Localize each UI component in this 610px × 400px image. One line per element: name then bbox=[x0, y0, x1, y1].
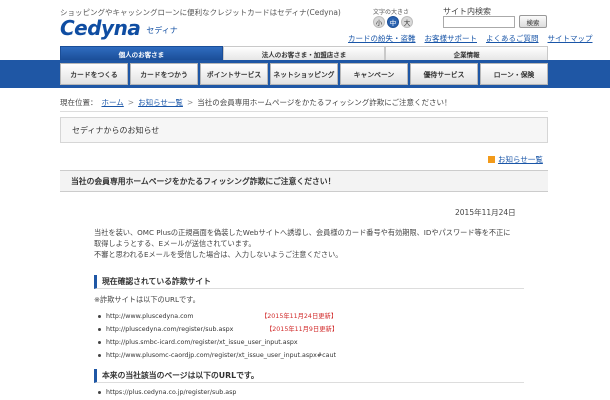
nav-campaign[interactable]: キャンペーン bbox=[340, 63, 408, 85]
cedyna-logo[interactable]: Cedyna セディナ bbox=[60, 16, 178, 40]
page-title: セディナからのお知らせ bbox=[60, 117, 548, 143]
font-size-large-button[interactable]: 大 bbox=[401, 16, 413, 28]
font-size-switcher: 小 中 大 bbox=[373, 16, 413, 28]
bullet-icon bbox=[98, 353, 101, 357]
nav-points[interactable]: ポイントサービス bbox=[200, 63, 268, 85]
breadcrumb-current: 当社の会員専用ホームページをかたるフィッシング詐欺にご注意ください！ bbox=[197, 98, 452, 107]
arrow-right-icon bbox=[488, 156, 495, 163]
bullet-icon bbox=[98, 340, 101, 344]
body-paragraph-line: 当社を装い、OMC Plusの正規画面を偽装したWebサイトへ誘導し、会員様のカ… bbox=[94, 228, 511, 237]
font-size-medium-button[interactable]: 中 bbox=[387, 16, 399, 28]
article-body: 当社を装い、OMC Plusの正規画面を偽装したWebサイトへ誘導し、会員様のカ… bbox=[94, 227, 524, 260]
lost-card-link[interactable]: カードの紛失・盗難 bbox=[348, 33, 416, 44]
tab-business[interactable]: 法人のお客さま・加盟店さま bbox=[222, 46, 386, 60]
utility-links: カードの紛失・盗難 お客様サポート よくあるご質問 サイトマップ bbox=[348, 33, 593, 44]
font-size-label: 文字の大きさ bbox=[373, 9, 410, 16]
nav-loan-insurance[interactable]: ローン・保険 bbox=[480, 63, 548, 85]
tab-personal[interactable]: 個人のお客さま bbox=[60, 46, 223, 60]
news-list-link-label: お知らせ一覧 bbox=[498, 155, 543, 164]
updated-badge: 【2015年11月9日更新】 bbox=[266, 326, 339, 333]
body-paragraph-line: 取得しようとする、Eメールが送信されています。 bbox=[94, 239, 256, 248]
nav-net-shopping[interactable]: ネットショッピング bbox=[270, 63, 338, 85]
breadcrumb: 現在位置： ホーム > お知らせ一覧 > 当社の会員専用ホームページをかたるフィ… bbox=[60, 97, 452, 108]
audience-tabs: 個人のお客さま 法人のお客さま・加盟店さま 企業情報 bbox=[60, 46, 549, 60]
article-date: 2015年11月24日 bbox=[455, 208, 516, 217]
breadcrumb-separator: > bbox=[186, 98, 194, 107]
body-paragraph-line: 不審と思われるEメールを受信した場合は、入力しないようご注意ください。 bbox=[94, 250, 343, 259]
site-search-button[interactable]: 検索 bbox=[519, 15, 547, 28]
faq-link[interactable]: よくあるご質問 bbox=[486, 33, 539, 44]
bullet-icon bbox=[98, 390, 101, 394]
breadcrumb-home[interactable]: ホーム bbox=[102, 97, 124, 108]
breadcrumb-divider bbox=[60, 111, 548, 112]
official-url: https://plus.cedyna.co.jp/register/sub.a… bbox=[106, 388, 237, 396]
nav-use-card[interactable]: カードをつかう bbox=[130, 63, 198, 85]
tab-corporate[interactable]: 企業情報 bbox=[385, 46, 549, 60]
bullet-icon bbox=[98, 327, 101, 331]
section-heading-phishing-sites: 現在確認されている詐欺サイト bbox=[94, 275, 524, 289]
logo-wordmark: Cedyna bbox=[60, 16, 141, 40]
list-item: http://www.plusomc-caordjp.com/register/… bbox=[98, 350, 358, 360]
breadcrumb-news-list[interactable]: お知らせ一覧 bbox=[138, 97, 183, 108]
article-title: 当社の会員専用ホームページをかたるフィッシング詐欺にご注意ください！ bbox=[60, 170, 548, 192]
nav-benefits[interactable]: 優待サービス bbox=[410, 63, 478, 85]
global-nav: カードをつくる カードをつかう ポイントサービス ネットショッピング キャンペー… bbox=[60, 63, 548, 85]
phishing-url: http://pluscedyna.com/register/sub.aspx bbox=[106, 325, 234, 333]
nav-apply-card[interactable]: カードをつくる bbox=[60, 63, 128, 85]
breadcrumb-separator: > bbox=[127, 98, 135, 107]
list-item: http://plus.smbc-icard.com/register/xt_i… bbox=[98, 337, 328, 347]
site-search-input[interactable] bbox=[443, 16, 515, 28]
news-list-link[interactable]: お知らせ一覧 bbox=[488, 154, 543, 165]
updated-badge: 【2015年11月24日更新】 bbox=[261, 313, 338, 320]
customer-support-link[interactable]: お客様サポート bbox=[425, 33, 478, 44]
font-size-small-button[interactable]: 小 bbox=[373, 16, 385, 28]
section-note: ※詐欺サイトは以下のURLです。 bbox=[94, 295, 200, 304]
phishing-url: http://www.plusomc-caordjp.com/register/… bbox=[106, 351, 336, 359]
bullet-icon bbox=[98, 314, 101, 318]
phishing-url: http://plus.smbc-icard.com/register/xt_i… bbox=[106, 338, 298, 346]
list-item: https://plus.cedyna.co.jp/register/sub.a… bbox=[98, 387, 328, 397]
breadcrumb-label: 現在位置： bbox=[60, 98, 98, 107]
sitemap-link[interactable]: サイトマップ bbox=[548, 33, 593, 44]
phishing-url: http://www.pluscedyna.com bbox=[106, 312, 194, 320]
logo-subtitle: セディナ bbox=[146, 25, 178, 35]
section-heading-official-url: 本来の当社該当のページは以下のURLです。 bbox=[94, 369, 524, 383]
